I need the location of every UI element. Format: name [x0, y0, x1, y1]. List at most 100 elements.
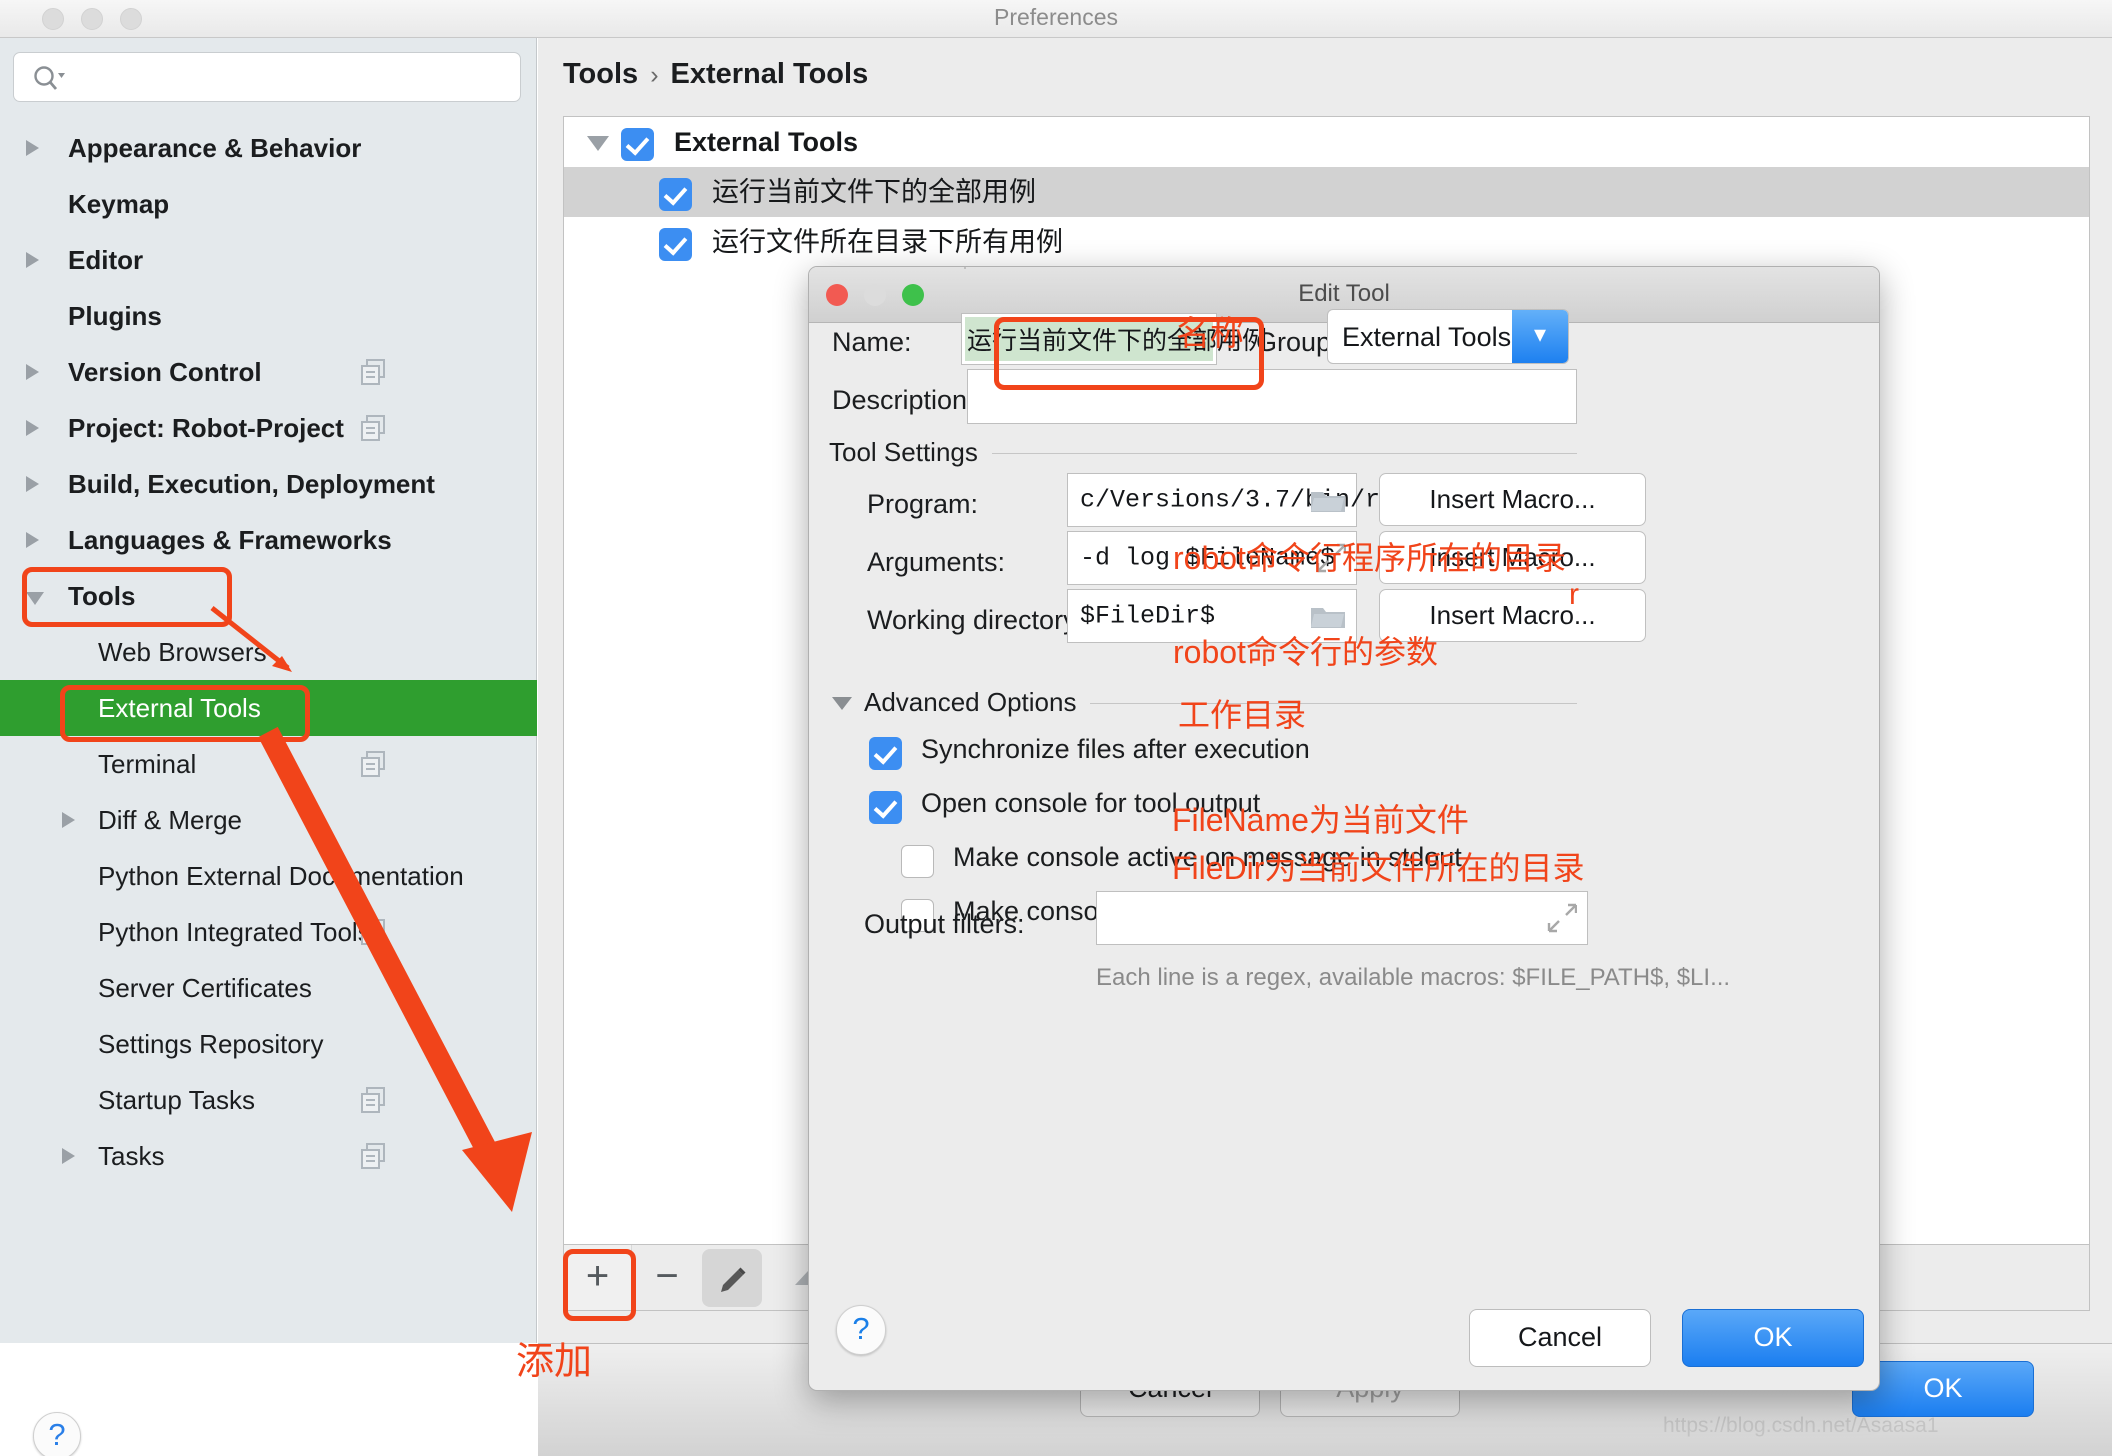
sidebar-item-plugins[interactable]: Plugins — [0, 288, 537, 344]
sidebar-item-label: Plugins — [68, 301, 162, 331]
preferences-titlebar: Preferences — [0, 0, 2112, 38]
annotation-name-label: 名称 — [1176, 315, 1244, 353]
annotation-box-add-button — [563, 1249, 636, 1321]
annotation-arrow-to-add-button — [258, 726, 532, 1212]
copy-settings-icon[interactable] — [361, 359, 387, 385]
checkmark-icon — [621, 128, 654, 161]
expand-triangle-icon[interactable] — [26, 532, 39, 548]
expand-triangle-icon[interactable] — [26, 420, 39, 436]
copy-settings-icon[interactable] — [361, 415, 387, 441]
spacer — [964, 267, 966, 269]
output-filters-hint: Each line is a regex, available macros: … — [1096, 964, 1731, 991]
chevron-down-icon[interactable]: ▾ — [1512, 310, 1568, 363]
collapse-triangle-icon[interactable] — [587, 136, 609, 151]
checkbox-label: Synchronize files after execution — [921, 734, 1310, 764]
advanced-options-legend[interactable]: Advanced Options — [864, 687, 1091, 718]
name-label: Name: — [832, 327, 912, 357]
output-filters-label: Output filters: — [864, 909, 1025, 939]
program-input[interactable]: c/Versions/3.7/bin/robot — [1067, 473, 1440, 527]
sidebar-item-version-control[interactable]: Version Control — [0, 344, 537, 400]
checkbox[interactable] — [869, 737, 902, 770]
sidebar-item-languages-frameworks[interactable]: Languages & Frameworks — [0, 512, 537, 568]
window-title: Preferences — [993, 4, 1118, 30]
expand-icon[interactable] — [1547, 903, 1577, 933]
sidebar-item-label: Project: Robot-Project — [68, 413, 344, 443]
folder-icon[interactable] — [1310, 487, 1346, 514]
expand-triangle-icon[interactable] — [62, 812, 75, 828]
edit-pencil-icon — [721, 1267, 746, 1293]
tree-row-checkbox[interactable] — [621, 128, 654, 161]
expand-triangle-icon[interactable] — [26, 140, 39, 156]
checkbox[interactable] — [869, 791, 902, 824]
checkmark-icon — [659, 178, 692, 211]
expand-triangle-icon[interactable] — [26, 476, 39, 492]
tree-row-label: 运行文件所在目录下所有用例 — [712, 227, 1063, 257]
tree-row-checkbox[interactable] — [659, 228, 692, 261]
sidebar-item-label: Version Control — [68, 357, 262, 387]
tree-row-label: 运行当前文件下的全部用例 — [712, 177, 1036, 207]
dialog-minimize-button[interactable] — [864, 284, 886, 306]
sidebar-item-build-execution-deployment[interactable]: Build, Execution, Deployment — [0, 456, 537, 512]
annotation-arguments-note: robot命令行的参数 — [1173, 634, 1438, 670]
annotation-workdir-note: 工作目录 — [1178, 697, 1307, 733]
breadcrumb: Tools › External Tools — [563, 58, 868, 91]
dialog-zoom-button[interactable] — [902, 284, 924, 306]
remove-tool-button[interactable]: − — [633, 1245, 701, 1310]
folder-icon[interactable] — [1310, 603, 1346, 630]
group-combobox-value: External Tools — [1342, 322, 1512, 352]
program-insert-macro-button[interactable]: Insert Macro... — [1379, 473, 1646, 526]
tree-row-label: External Tools — [674, 127, 859, 157]
sidebar-item-label: Editor — [68, 245, 144, 275]
watermark: https://blog.csdn.net/Asaasa1 — [1663, 1414, 1939, 1437]
sidebar-item-label: Keymap — [68, 189, 170, 219]
tree-row-checkbox[interactable] — [659, 178, 692, 211]
edit-tool-button[interactable] — [702, 1249, 762, 1307]
group-combobox[interactable]: External Tools ▾ — [1327, 309, 1569, 364]
annotation-program-note: robot命令行程序所在的目录 — [1173, 540, 1566, 576]
dialog-close-button[interactable] — [826, 284, 848, 306]
checkbox[interactable] — [901, 845, 934, 878]
sidebar-item-appearance-behavior[interactable]: Appearance & Behavior — [0, 120, 537, 176]
annotation-filename-note: FileName为当前文件 — [1172, 802, 1469, 838]
chevron-down-icon[interactable] — [831, 695, 853, 711]
checkmark-icon — [659, 228, 692, 261]
sidebar-item-label: Startup Tasks — [98, 1085, 256, 1115]
tree-row[interactable]: 运行文件所在目录下所有用例 — [564, 217, 2089, 267]
working-directory-label: Working directory: — [867, 605, 1085, 635]
tree-row[interactable]: External Tools — [564, 117, 2089, 167]
preferences-help-button[interactable]: ? — [33, 1412, 81, 1456]
breadcrumb-separator-icon: › — [650, 61, 659, 89]
sidebar-item-label: Appearance & Behavior — [68, 133, 362, 163]
arguments-label: Arguments: — [867, 547, 1006, 577]
sidebar-item-keymap[interactable]: Keymap — [0, 176, 537, 232]
annotation-add-note: 添加 — [516, 1341, 593, 1383]
annotation-stray-letter: r — [1569, 578, 1579, 611]
annotation-arrow-tools-to-webbrowsers — [210, 606, 292, 672]
expand-triangle-icon[interactable] — [26, 252, 39, 268]
breadcrumb-parent[interactable]: Tools — [563, 58, 638, 90]
settings-search-field[interactable] — [13, 52, 521, 102]
dialog-cancel-button[interactable]: Cancel — [1469, 1309, 1651, 1367]
sidebar-item-label: Languages & Frameworks — [68, 525, 392, 555]
checkmark-icon — [869, 737, 902, 770]
advanced-options-divider — [1064, 703, 1577, 704]
checkmark-icon — [869, 791, 902, 824]
dialog-help-button[interactable]: ? — [836, 1305, 886, 1355]
search-icon — [34, 66, 65, 90]
tool-settings-legend: Tool Settings — [829, 437, 992, 468]
annotation-filedir-note: FileDir为当前文件所在的目录 — [1172, 850, 1585, 886]
checkbox-empty-icon — [901, 845, 934, 878]
sidebar-item-label: Terminal — [98, 749, 197, 779]
expand-triangle-icon[interactable] — [26, 364, 39, 380]
sidebar-item-editor[interactable]: Editor — [0, 232, 537, 288]
breadcrumb-current: External Tools — [670, 58, 869, 90]
expand-triangle-icon[interactable] — [62, 1148, 75, 1164]
dialog-traffic-lights[interactable] — [826, 284, 924, 306]
output-filters-input[interactable] — [1096, 891, 1588, 945]
dialog-ok-button[interactable]: OK — [1682, 1309, 1864, 1367]
tree-row[interactable]: 运行当前文件下的全部用例 — [564, 167, 2089, 217]
program-label: Program: — [867, 489, 979, 519]
description-label: Description: — [832, 385, 975, 415]
sidebar-item-label: Tasks — [98, 1141, 165, 1171]
sidebar-item-project-robot-project[interactable]: Project: Robot-Project — [0, 400, 537, 456]
